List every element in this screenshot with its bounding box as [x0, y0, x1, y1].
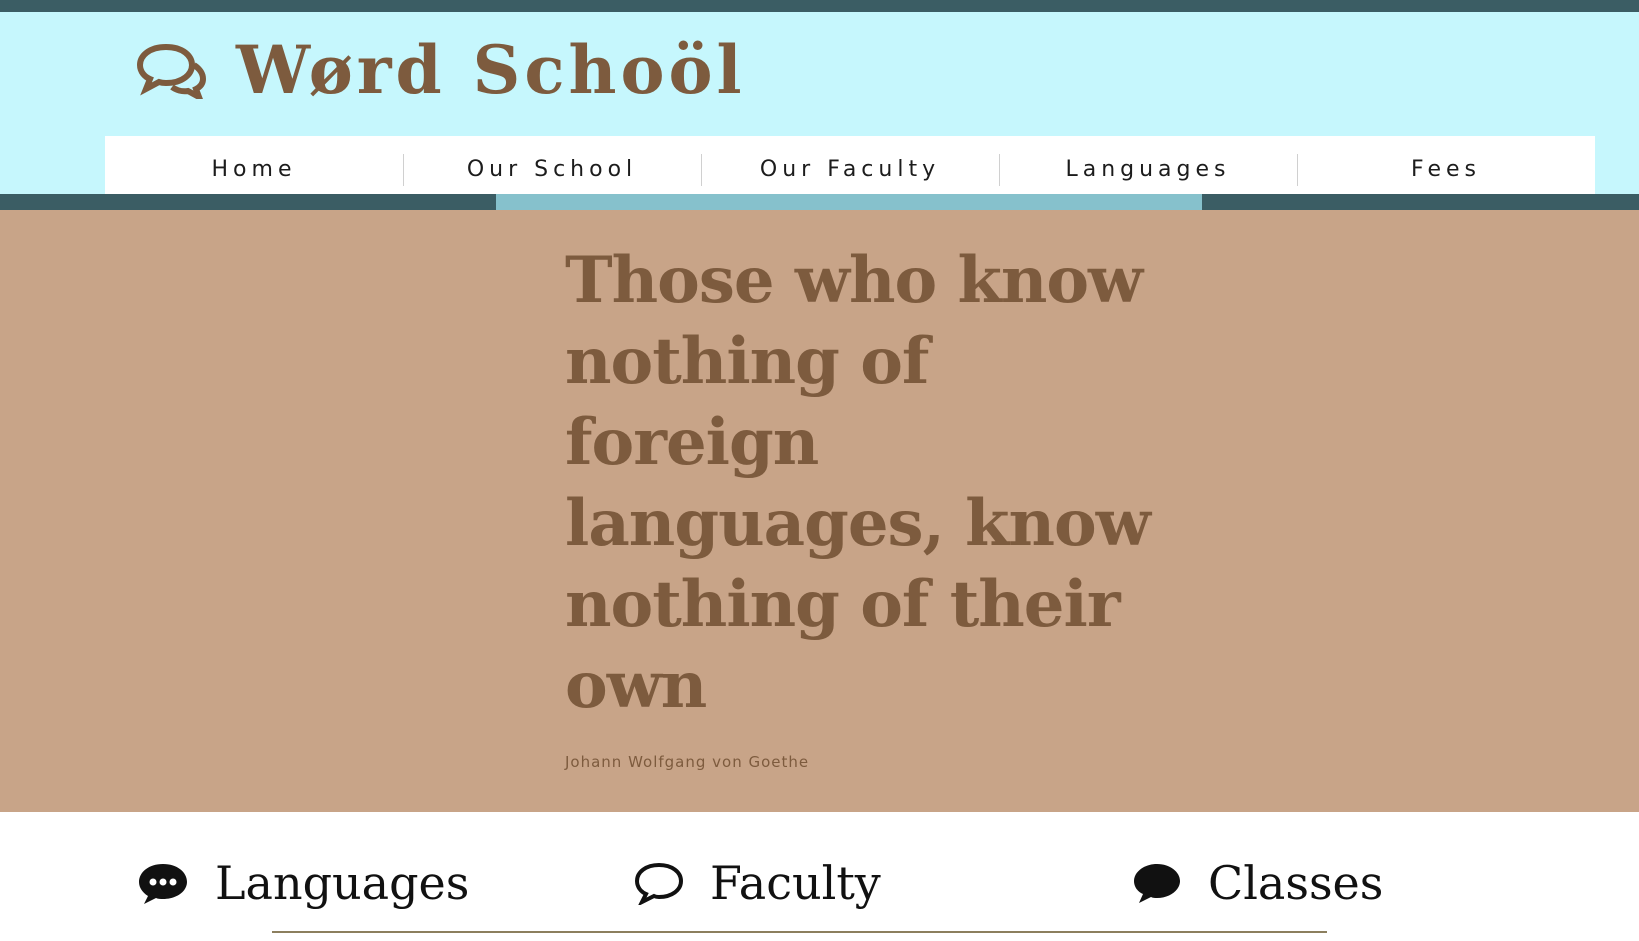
nav-item-our-faculty[interactable]: Our Faculty — [701, 136, 999, 202]
feature-label-languages: Languages — [215, 856, 470, 910]
chat-dots-icon — [139, 864, 187, 904]
site-header: Wørd Schoöl Home Our School Our Faculty … — [0, 12, 1639, 202]
features-row: Languages Faculty Classes — [0, 812, 1639, 941]
header-divider-bar — [0, 194, 1639, 210]
feature-classes[interactable]: Classes — [1132, 855, 1383, 911]
top-accent-strip — [0, 0, 1639, 12]
site-title: Wørd Schoöl — [236, 31, 746, 109]
features-divider — [272, 931, 1327, 933]
feature-label-classes: Classes — [1208, 856, 1384, 910]
feature-label-faculty: Faculty — [710, 856, 881, 910]
hero-quote-section: Those who know nothing of foreign langua… — [0, 210, 1639, 812]
main-nav: Home Our School Our Faculty Languages Fe… — [105, 136, 1595, 202]
speech-bubbles-icon — [136, 43, 206, 99]
feature-faculty[interactable]: Faculty — [634, 855, 881, 911]
hero-quote: Those who know nothing of foreign langua… — [565, 243, 1151, 723]
speech-bubble-outline-icon — [634, 862, 684, 905]
nav-item-languages[interactable]: Languages — [999, 136, 1297, 202]
quote-author: Johann Wolfgang von Goethe — [565, 753, 810, 771]
feature-languages[interactable]: Languages — [137, 855, 469, 911]
site-logo[interactable]: Wørd Schoöl — [136, 30, 746, 110]
nav-item-fees[interactable]: Fees — [1297, 136, 1595, 202]
nav-item-home[interactable]: Home — [105, 136, 403, 202]
speech-bubble-solid-icon — [1134, 864, 1180, 903]
nav-item-our-school[interactable]: Our School — [403, 136, 701, 202]
